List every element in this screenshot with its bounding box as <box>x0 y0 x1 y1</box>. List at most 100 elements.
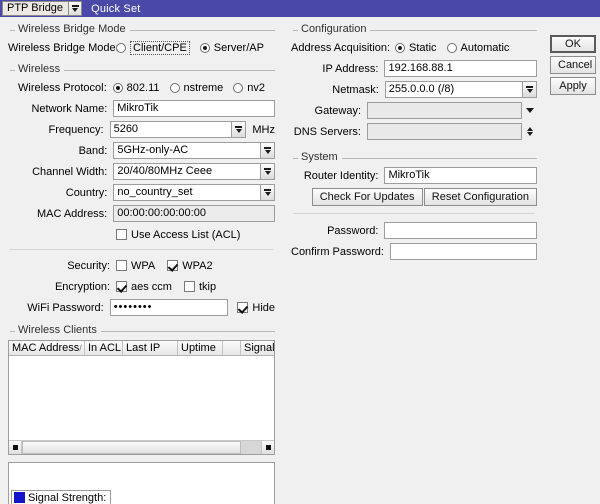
channel-width-combo[interactable]: 20/40/80MHz Ceee <box>113 163 275 180</box>
channel-width-chevron-down-icon[interactable] <box>260 163 275 180</box>
frequency-input[interactable]: 5260 <box>109 121 232 138</box>
signal-strength-legend: Signal Strength: <box>11 490 112 504</box>
wifi-password-label: WiFi Password: <box>27 301 104 314</box>
security-wpa2-checkbox[interactable]: WPA2 <box>167 260 213 272</box>
column-header-mac-address[interactable]: MAC Address / <box>9 341 85 355</box>
encryption-tkip-label: tkip <box>198 280 217 293</box>
band-input[interactable]: 5GHz-only-AC <box>113 142 260 159</box>
use-access-list-indicator <box>116 229 127 240</box>
window-titlebar: PTP Bridge Quick Set <box>0 0 600 17</box>
netmask-chevron-down-icon[interactable] <box>522 81 537 98</box>
radio-802-11[interactable]: 802.11 <box>112 82 160 94</box>
radio-client-cpe[interactable]: Client/CPE <box>116 40 190 55</box>
confirm-password-input[interactable] <box>389 243 537 260</box>
band-combo[interactable]: 5GHz-only-AC <box>113 142 275 159</box>
left-column: Wireless Bridge Mode Wireless Bridge Mod… <box>0 17 283 504</box>
scroll-thumb[interactable] <box>22 441 241 454</box>
gateway-label: Gateway: <box>314 104 361 117</box>
country-label: Country: <box>65 186 108 199</box>
wireless-group: Wireless Wireless Protocol: 802.11 nstre… <box>8 63 275 317</box>
ip-address-label: IP Address: <box>322 62 379 75</box>
frequency-row: Frequency: 5260 MHz <box>8 120 275 139</box>
frequency-chevron-down-icon[interactable] <box>231 121 247 138</box>
encryption-tkip-checkbox[interactable]: tkip <box>183 280 217 293</box>
reset-configuration-button[interactable]: Reset Configuration <box>423 187 537 206</box>
encryption-tkip-indicator <box>183 281 195 292</box>
radio-automatic[interactable]: Automatic <box>446 42 509 54</box>
scroll-track[interactable] <box>22 441 261 454</box>
column-header-uptime[interactable]: Uptime <box>178 341 223 355</box>
chevron-down-icon[interactable] <box>68 1 83 16</box>
netmask-input[interactable]: 255.0.0.0 (/8) <box>384 81 522 98</box>
gateway-input[interactable] <box>367 102 522 119</box>
gateway-chevron-down-icon[interactable] <box>522 102 537 119</box>
netmask-combo[interactable]: 255.0.0.0 (/8) <box>384 81 537 98</box>
wireless-protocol-row: Wireless Protocol: 802.11 nstreme nv2 <box>8 78 275 97</box>
wifi-password-hide-label: Hide <box>252 301 275 314</box>
signal-strength-color-swatch <box>14 492 25 503</box>
check-for-updates-button[interactable]: Check For Updates <box>311 187 423 206</box>
sort-indicator-icon: / <box>79 343 82 353</box>
scroll-left-icon[interactable] <box>9 441 22 454</box>
frequency-combo[interactable]: 5260 <box>109 121 247 138</box>
radio-client-cpe-label: Client/CPE <box>130 40 190 55</box>
ip-address-input[interactable]: 192.168.88.1 <box>384 60 537 77</box>
encryption-aes-ccm-label: aes ccm <box>131 280 172 293</box>
wireless-clients-group: Wireless Clients MAC Address / In ACL La… <box>8 324 275 504</box>
wireless-group-title: Wireless <box>8 63 65 75</box>
column-header-in-acl[interactable]: In ACL <box>85 341 123 355</box>
country-chevron-down-icon[interactable] <box>260 184 275 201</box>
dns-servers-spinner-icon[interactable] <box>522 123 537 140</box>
mac-address-label: MAC Address: <box>36 207 108 220</box>
apply-button[interactable]: Apply <box>550 77 596 95</box>
quickset-mode-value: PTP Bridge <box>2 1 69 16</box>
radio-nv2[interactable]: nv2 <box>233 82 265 94</box>
dns-servers-combo[interactable] <box>367 123 537 140</box>
window-title: Quick Set <box>91 2 141 15</box>
scroll-right-icon[interactable] <box>261 441 274 454</box>
quickset-mode-select[interactable]: PTP Bridge <box>2 1 83 16</box>
dns-servers-row: DNS Servers: <box>291 122 537 141</box>
ok-button[interactable]: OK <box>550 35 596 53</box>
wifi-password-input[interactable]: •••••••• <box>109 299 229 316</box>
network-name-row: Network Name: MikroTik <box>8 99 275 118</box>
country-input[interactable]: no_country_set <box>113 184 260 201</box>
band-label: Band: <box>78 144 108 157</box>
cancel-button[interactable]: Cancel <box>550 56 596 74</box>
dialog-action-buttons: OK Cancel Apply <box>550 35 596 98</box>
radio-client-cpe-indicator <box>116 42 126 53</box>
wireless-clients-hscrollbar[interactable] <box>9 440 274 454</box>
dns-servers-input[interactable] <box>367 123 522 140</box>
channel-width-input[interactable]: 20/40/80MHz Ceee <box>113 163 260 180</box>
mac-address-value: 00:00:00:00:00:00 <box>113 205 275 222</box>
radio-static[interactable]: Static <box>395 42 437 54</box>
wifi-password-hide-indicator <box>237 302 249 313</box>
radio-nstreme[interactable]: nstreme <box>169 82 223 94</box>
gateway-combo[interactable] <box>367 102 537 119</box>
wifi-password-hide-checkbox[interactable]: Hide <box>237 302 275 314</box>
encryption-aes-ccm-checkbox[interactable]: aes ccm <box>116 281 172 293</box>
security-wpa-checkbox[interactable]: WPA <box>116 260 155 272</box>
password-row: Password: <box>291 221 537 240</box>
column-header-signal-strength[interactable]: Signal St <box>241 341 274 355</box>
band-row: Band: 5GHz-only-AC <box>8 141 275 160</box>
country-combo[interactable]: no_country_set <box>113 184 275 201</box>
channel-width-label: Channel Width: <box>32 165 108 178</box>
column-header-blank[interactable] <box>223 341 241 355</box>
column-header-last-ip[interactable]: Last IP <box>123 341 178 355</box>
dialog-body: OK Cancel Apply Wireless Bridge Mode Wir… <box>0 17 600 504</box>
password-input[interactable] <box>384 222 537 239</box>
country-row: Country: no_country_set <box>8 183 275 202</box>
radio-static-label: Static <box>409 41 437 54</box>
use-access-list-checkbox[interactable]: Use Access List (ACL) <box>116 229 240 241</box>
wireless-protocol-radios: 802.11 nstreme nv2 <box>112 82 275 94</box>
router-identity-row: Router Identity: MikroTik <box>291 166 537 185</box>
radio-nstreme-indicator <box>169 82 180 93</box>
router-identity-input[interactable]: MikroTik <box>384 167 537 184</box>
frequency-unit-label: MHz <box>252 123 275 136</box>
wifi-password-row: WiFi Password: •••••••• Hide <box>8 298 275 317</box>
band-chevron-down-icon[interactable] <box>260 142 275 159</box>
radio-server-ap[interactable]: Server/AP <box>199 42 264 54</box>
network-name-input[interactable]: MikroTik <box>113 100 275 117</box>
configuration-group-title: Configuration <box>291 23 371 35</box>
